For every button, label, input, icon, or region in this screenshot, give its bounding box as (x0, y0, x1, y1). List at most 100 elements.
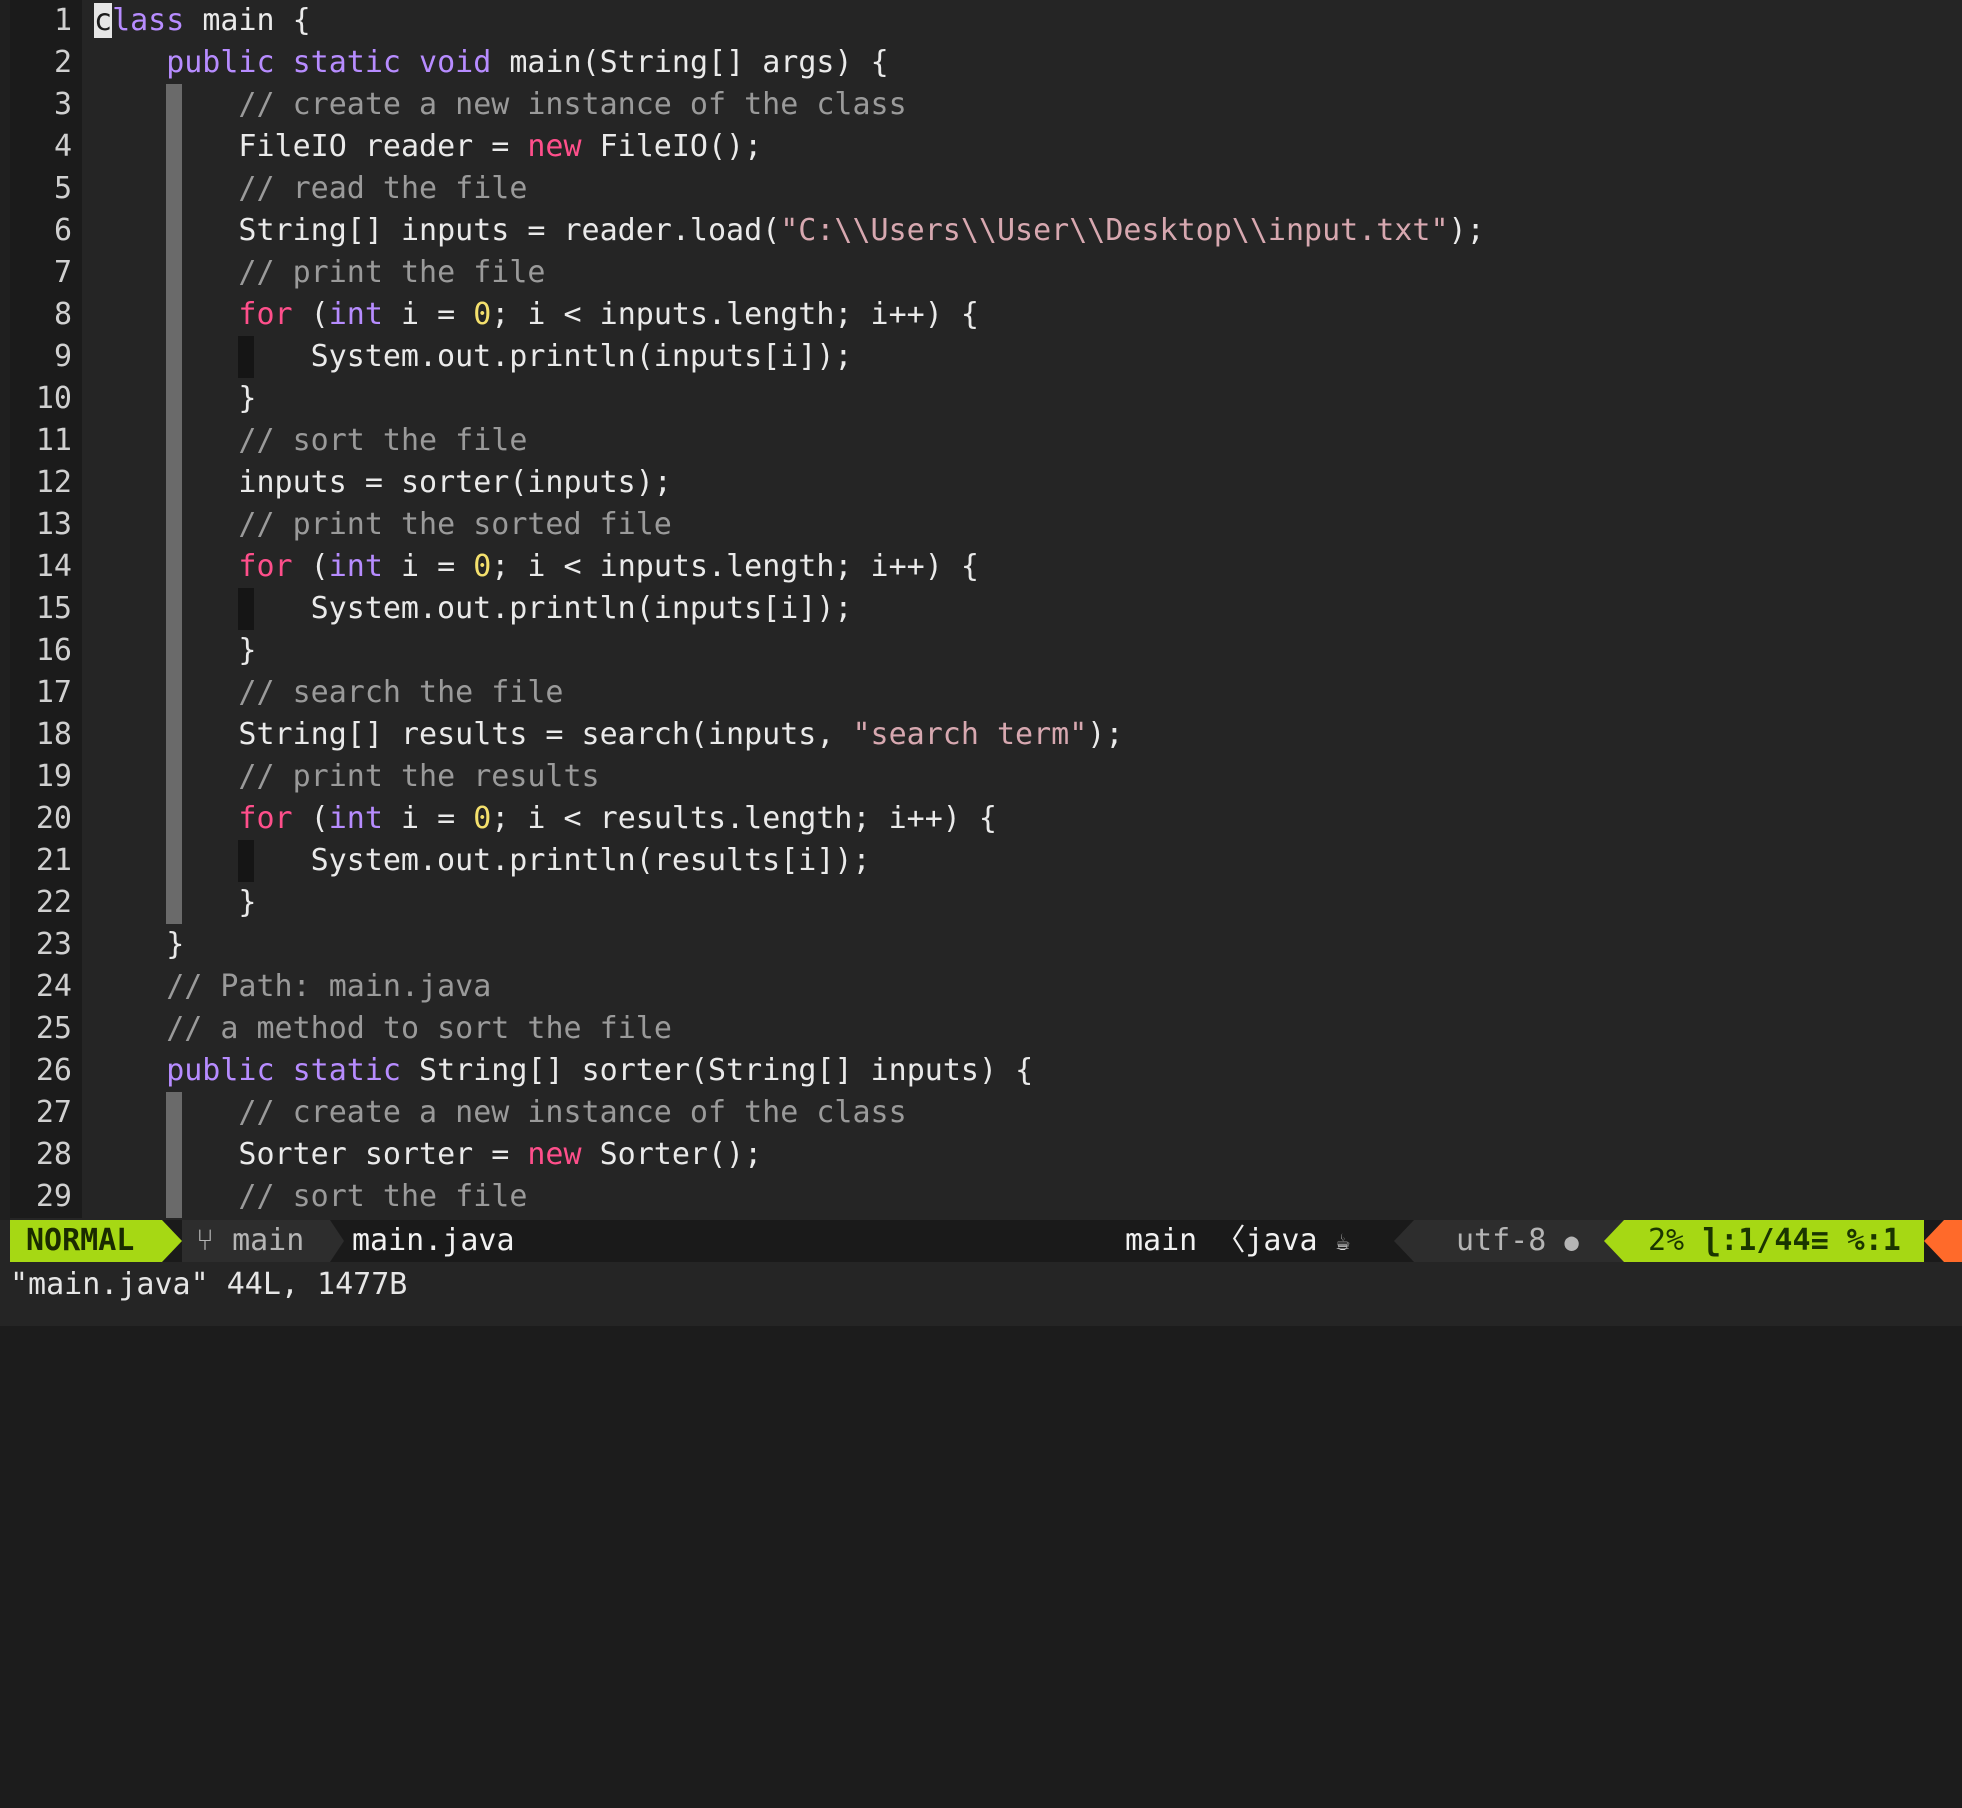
code-line[interactable]: 5 // read the file (10, 168, 1962, 210)
code-text: // create a new instance of the class (238, 84, 906, 126)
file-name: main.java (352, 1223, 515, 1258)
code-line[interactable]: 12 inputs = sorter(inputs); (10, 462, 1962, 504)
indent-guide (166, 462, 183, 504)
java-icon: ☕ (1335, 1228, 1351, 1256)
code-token: i = (382, 297, 474, 332)
code-line[interactable]: 1 class main { (10, 0, 1962, 42)
code-token: ( (292, 297, 329, 332)
code-text: } (238, 378, 256, 420)
line-number: 9 (10, 336, 82, 378)
line-number: 4 (10, 126, 82, 168)
code-text: FileIO reader = new FileIO(); (238, 126, 762, 168)
indent-guide (166, 126, 183, 168)
line-number: 20 (10, 798, 82, 840)
code-line[interactable]: 21 System.out.println(results[i]); (10, 840, 1962, 882)
indent-guide (166, 1092, 183, 1134)
code-token: public static void (166, 45, 492, 80)
line-number: 8 (10, 294, 82, 336)
code-token: String[] sorter(String[] inputs) { (401, 1053, 1034, 1088)
indent-guide (166, 546, 183, 588)
line-number: 22 (10, 882, 82, 924)
code-token: String[] inputs = reader.load( (238, 213, 781, 248)
line-number: 12 (10, 462, 82, 504)
code-token: } (238, 381, 257, 416)
code-text: String[] results = search(inputs, "searc… (238, 714, 1123, 756)
code-text: class main { (94, 0, 311, 42)
line-number: 17 (10, 672, 82, 714)
code-line[interactable]: 15 System.out.println(inputs[i]); (10, 588, 1962, 630)
code-line[interactable]: 29 // sort the file (10, 1176, 1962, 1218)
code-line[interactable]: 24 // Path: main.java (10, 966, 1962, 1008)
code-line[interactable]: 10} (10, 378, 1962, 420)
code-line[interactable]: 27 // create a new instance of the class (10, 1092, 1962, 1134)
indent-guide (166, 840, 183, 882)
line-number: 29 (10, 1176, 82, 1218)
code-text: inputs = sorter(inputs); (238, 462, 671, 504)
line-number: 26 (10, 1050, 82, 1092)
code-text: public static String[] sorter(String[] i… (166, 1050, 1033, 1092)
status-line: NORMAL ⑂ main main.java main 〈java ☕ utf… (10, 1220, 1962, 1262)
mode-separator-arrow (162, 1220, 182, 1262)
code-text: } (238, 630, 256, 672)
code-token: for (238, 549, 293, 584)
code-text: for (int i = 0; i < results.length; i++)… (238, 798, 997, 840)
code-editor[interactable]: 1 class main {2 public static void main(St… (10, 0, 1962, 1220)
line-number: 25 (10, 1008, 82, 1050)
scroll-percent: 2% (1648, 1223, 1685, 1258)
code-token: lass (112, 3, 185, 38)
code-line[interactable]: 7 // print the file (10, 252, 1962, 294)
code-line[interactable]: 25 // a method to sort the file (10, 1008, 1962, 1050)
code-token: } (238, 885, 257, 920)
code-token: ); (1087, 717, 1124, 752)
cursor-position-segment: 2% ɭ:1/44≡ %:1 (1624, 1220, 1924, 1262)
warning-indicator (1944, 1220, 1962, 1262)
code-line[interactable]: 13 // print the sorted file (10, 504, 1962, 546)
code-token: "C:\\Users\\User\\Desktop\\input.txt" (780, 213, 1449, 248)
code-line[interactable]: 17 // search the file (10, 672, 1962, 714)
command-line[interactable]: "main.java" 44L, 1477B (10, 1264, 407, 1306)
code-token: // read the file (238, 171, 528, 206)
function-context: main 〈java ☕ (1125, 1220, 1350, 1263)
git-branch-icon: ⑂ (196, 1223, 214, 1258)
code-line[interactable]: 20 for (int i = 0; i < results.length; i+… (10, 798, 1962, 840)
code-line[interactable]: 22} (10, 882, 1962, 924)
git-branch-segment: ⑂ main (182, 1220, 330, 1262)
code-line[interactable]: 16} (10, 630, 1962, 672)
code-line[interactable]: 14 for (int i = 0; i < inputs.length; i++… (10, 546, 1962, 588)
code-token: Sorter(); (581, 1137, 763, 1172)
code-line[interactable]: 4 FileIO reader = new FileIO(); (10, 126, 1962, 168)
code-token: Sorter sorter = (238, 1137, 528, 1172)
code-line[interactable]: 3 // create a new instance of the class (10, 84, 1962, 126)
indent-guide (166, 756, 183, 798)
code-token: public static (166, 1053, 401, 1088)
line-number: 2 (10, 42, 82, 84)
code-line[interactable]: 19 // print the results (10, 756, 1962, 798)
code-token: ; i < results.length; i++) { (491, 801, 997, 836)
code-token: // create a new instance of the class (238, 87, 907, 122)
code-text: // sort the file (238, 420, 527, 462)
encoding-segment: utf-8 ● (1414, 1220, 1624, 1262)
code-token: ; i < inputs.length; i++) { (491, 297, 979, 332)
code-line[interactable]: 9 System.out.println(inputs[i]); (10, 336, 1962, 378)
code-line[interactable]: 23} (10, 924, 1962, 966)
code-line[interactable]: 8 for (int i = 0; i < inputs.length; i++)… (10, 294, 1962, 336)
code-line[interactable]: 2 public static void main(String[] args) … (10, 42, 1962, 84)
code-line[interactable]: 6 String[] inputs = reader.load("C:\\User… (10, 210, 1962, 252)
code-token: new (527, 129, 582, 164)
code-line[interactable]: 11 // sort the file (10, 420, 1962, 462)
line-number: 15 (10, 588, 82, 630)
code-token: // a method to sort the file (166, 1011, 672, 1046)
indent-guide (166, 672, 183, 714)
warning-separator-arrow (1924, 1220, 1944, 1262)
line-number: 3 (10, 84, 82, 126)
code-token: String[] results = search(inputs, (238, 717, 853, 752)
file-encoding: utf-8 (1456, 1223, 1547, 1258)
indent-guide (166, 1176, 183, 1218)
current-function: main (1125, 1223, 1198, 1258)
mode-indicator: NORMAL (10, 1220, 162, 1262)
indent-guide (238, 588, 255, 630)
code-line[interactable]: 18 String[] results = search(inputs, "sea… (10, 714, 1962, 756)
code-token: // print the file (238, 255, 546, 290)
code-line[interactable]: 26 public static String[] sorter(String[]… (10, 1050, 1962, 1092)
code-line[interactable]: 28 Sorter sorter = new Sorter(); (10, 1134, 1962, 1176)
